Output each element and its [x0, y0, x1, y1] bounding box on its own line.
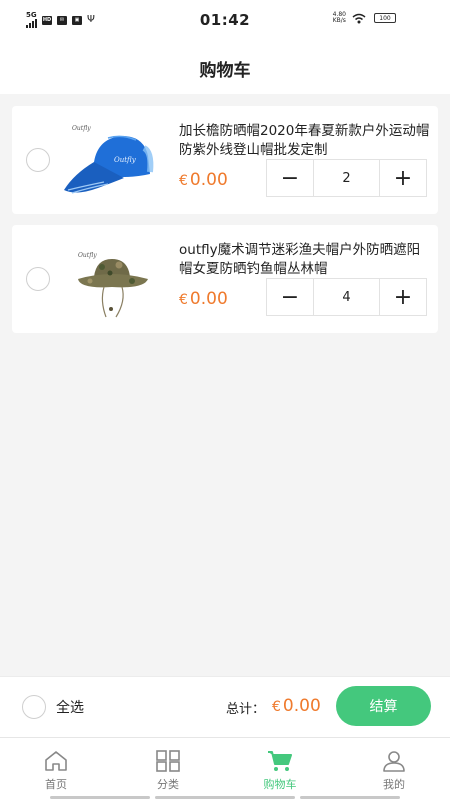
- brand-logo: Outfly: [72, 125, 91, 132]
- blue-sun-cap-image[interactable]: Outfly Outfly: [64, 116, 160, 206]
- tab-home[interactable]: 首页: [21, 750, 91, 792]
- checkout-bar: 全选 总计： €0.00 结算: [0, 676, 450, 737]
- item-select-radio[interactable]: [26, 267, 50, 291]
- tab-label: 我的: [383, 778, 405, 791]
- tab-label: 分类: [157, 778, 179, 791]
- page-title: 购物车: [199, 61, 251, 81]
- battery-level: 100: [374, 13, 396, 23]
- price-value: 0.00: [189, 289, 228, 309]
- item-price: €0.00: [179, 289, 228, 309]
- tab-bar: 首页 分类 购物车 我的: [0, 737, 450, 801]
- tab-label: 购物车: [263, 778, 297, 791]
- price-value: 0.00: [189, 170, 228, 190]
- quantity-stepper: − 4 +: [266, 278, 427, 316]
- total-price: €0.00: [272, 696, 321, 716]
- increase-button[interactable]: +: [380, 279, 426, 315]
- total-value: 0.00: [282, 696, 321, 716]
- home-icon: [45, 751, 67, 771]
- status-icons-right: 4.80 KB/s: [333, 12, 366, 24]
- cap-logo: Outfly: [114, 156, 137, 164]
- item-price: €0.00: [179, 170, 228, 190]
- speed-unit: KB/s: [332, 17, 346, 24]
- status-bar: 5G HD ✉ ▣ Ψ 01:42 4.80 KB/s 100: [0, 0, 450, 40]
- decrease-button[interactable]: −: [267, 279, 313, 315]
- grid-icon: [156, 750, 180, 772]
- battery-icon: 100: [374, 13, 396, 23]
- tab-label: 首页: [45, 778, 67, 791]
- checkout-button[interactable]: 结算: [336, 686, 431, 726]
- gesture-indicator: [300, 796, 400, 799]
- tab-profile[interactable]: 我的: [359, 750, 429, 792]
- cart-icon: [268, 751, 292, 771]
- cart-item[interactable]: Outfly outfly魔术调节迷彩渔夫帽户外防晒遮阳帽女夏防晒钓鱼帽丛林帽 …: [12, 225, 438, 333]
- tab-cart[interactable]: 购物车: [245, 750, 315, 792]
- item-select-radio[interactable]: [26, 148, 50, 172]
- select-all-radio[interactable]: [22, 695, 46, 719]
- network-speed: 4.80 KB/s: [333, 12, 346, 24]
- gesture-indicator: [50, 796, 150, 799]
- quantity-value[interactable]: 4: [313, 279, 380, 315]
- product-title[interactable]: outfly魔术调节迷彩渔夫帽户外防晒遮阳帽女夏防晒钓鱼帽丛林帽: [179, 241, 431, 279]
- decrease-button[interactable]: −: [267, 160, 313, 196]
- header: 购物车: [0, 40, 450, 94]
- total-label: 总计：: [226, 702, 266, 717]
- cart-item[interactable]: Outfly Outfly 加长檐防晒帽2020年春夏新款户外运动帽防紫外线登山…: [12, 106, 438, 214]
- quantity-value[interactable]: 2: [313, 160, 380, 196]
- quantity-stepper: − 2 +: [266, 159, 427, 197]
- wifi-icon: [352, 13, 366, 23]
- select-all-label[interactable]: 全选: [56, 697, 84, 717]
- user-icon: [383, 751, 405, 772]
- increase-button[interactable]: +: [380, 160, 426, 196]
- tab-category[interactable]: 分类: [133, 750, 203, 792]
- currency-symbol: €: [179, 173, 188, 189]
- product-title[interactable]: 加长檐防晒帽2020年春夏新款户外运动帽防紫外线登山帽批发定制: [179, 122, 431, 160]
- currency-symbol: €: [179, 292, 188, 308]
- camo-bucket-hat-image[interactable]: Outfly: [64, 235, 160, 325]
- gesture-indicator: [155, 796, 295, 799]
- brand-logo: Outfly: [78, 252, 97, 259]
- currency-symbol: €: [272, 699, 281, 715]
